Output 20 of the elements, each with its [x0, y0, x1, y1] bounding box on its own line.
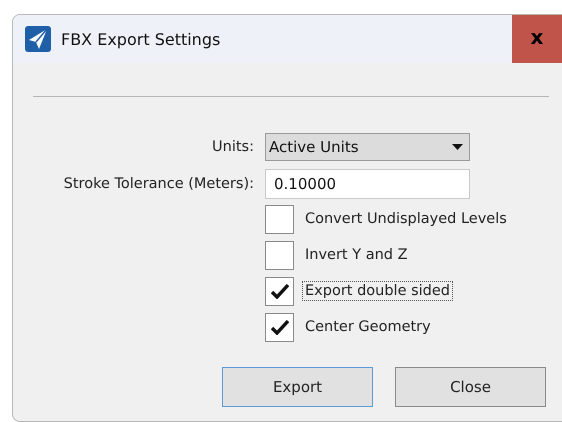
- caret-icon: [452, 144, 463, 150]
- check-icon: [270, 283, 288, 299]
- checkbox[interactable]: [265, 276, 294, 306]
- checkbox[interactable]: [265, 312, 294, 342]
- dialog-button[interactable]: Export: [222, 367, 373, 407]
- field-label: Stroke Tolerance (Meters):: [62, 176, 254, 192]
- app-logo-icon: [25, 26, 51, 52]
- window-close-button[interactable]: x: [512, 15, 562, 63]
- input-field[interactable]: 0.10000: [265, 169, 470, 199]
- checkbox-label: Center Geometry: [304, 318, 432, 337]
- checkbox-label: Export double sided: [302, 281, 454, 301]
- checkbox-label: Convert Undisplayed Levels: [304, 210, 508, 229]
- check-icon: [270, 319, 288, 335]
- window-title: FBX Export Settings: [61, 30, 220, 48]
- units-dropdown[interactable]: Active Units: [265, 133, 470, 161]
- dialog-button[interactable]: Close: [395, 367, 546, 407]
- checkbox[interactable]: [265, 204, 294, 234]
- field-label: Units:: [211, 139, 254, 155]
- checkbox[interactable]: [265, 240, 294, 270]
- checkbox-label: Invert Y and Z: [304, 246, 409, 265]
